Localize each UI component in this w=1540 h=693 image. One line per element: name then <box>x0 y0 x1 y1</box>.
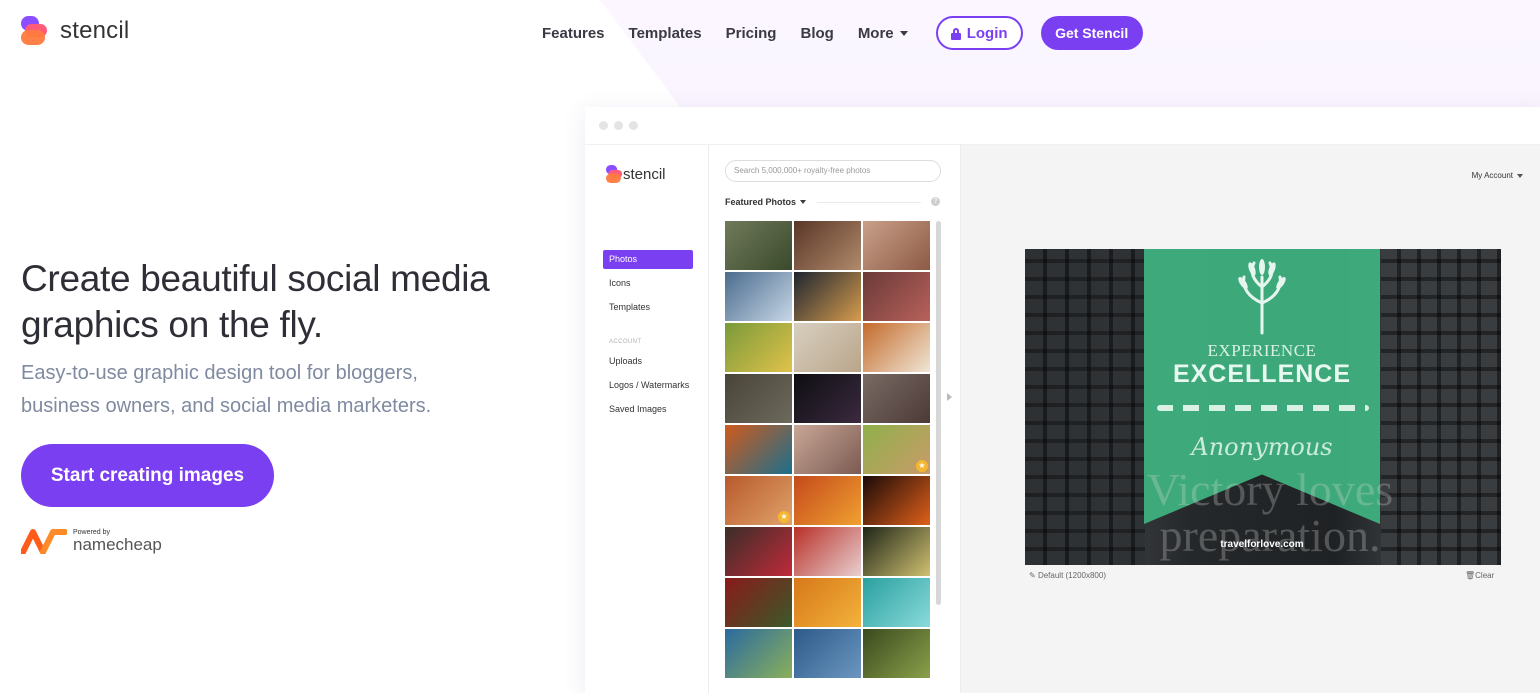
clear-label: Clear <box>1475 571 1495 580</box>
photo-thumbnail[interactable] <box>725 425 792 474</box>
photo-thumbnail[interactable] <box>725 629 792 678</box>
photo-thumbnail[interactable] <box>725 323 792 372</box>
help-icon[interactable]: ? <box>931 197 940 206</box>
divider <box>817 202 921 203</box>
chevron-down-icon <box>800 200 807 204</box>
photo-grid: ★ ★ <box>725 221 932 678</box>
photo-thumbnail[interactable] <box>863 578 930 627</box>
app-preview: stencil Photos Icons Templates ACCOUNT U… <box>585 107 1540 693</box>
photo-thumbnail[interactable] <box>794 629 861 678</box>
photo-thumbnail[interactable] <box>794 425 861 474</box>
namecheap-logo-icon <box>21 529 67 554</box>
photo-thumbnail[interactable] <box>863 221 930 270</box>
canvas-size-text: Default (1200x800) <box>1037 571 1106 580</box>
featured-photos-dropdown[interactable]: Featured Photos <box>725 197 807 207</box>
canvas-text-anonymous: Anonymous <box>1191 433 1333 461</box>
sidebar-item-photos[interactable]: Photos <box>603 250 693 269</box>
canvas-text-website: travelforlove.com <box>1220 539 1304 550</box>
login-label: Login <box>966 24 1008 42</box>
photo-thumbnail[interactable] <box>725 221 792 270</box>
my-account-menu[interactable]: My Account <box>1472 171 1523 180</box>
account-section-label: ACCOUNT <box>609 339 642 345</box>
chevron-down-icon <box>1517 173 1523 178</box>
window-dot-icon <box>614 121 623 130</box>
sidebar-item-saved-images[interactable]: Saved Images <box>603 400 693 419</box>
featured-photos-label: Featured Photos <box>725 197 797 207</box>
window-dot-icon <box>629 121 638 130</box>
my-account-label: My Account <box>1471 171 1513 180</box>
photo-thumbnail[interactable] <box>794 272 861 321</box>
clear-button[interactable]: 🗑Clear <box>1465 571 1494 580</box>
hero-subtitle: Easy-to-use graphic design tool for blog… <box>21 362 432 417</box>
photo-thumbnail[interactable] <box>794 578 861 627</box>
powered-by-namecheap[interactable]: Powered by namecheap <box>21 528 162 554</box>
hero-title: Create beautiful social media graphics o… <box>21 258 490 345</box>
lock-icon <box>950 27 961 40</box>
wheat-icon <box>1238 259 1286 335</box>
app-sidebar: stencil Photos Icons Templates ACCOUNT U… <box>585 145 709 693</box>
photo-thumbnail[interactable] <box>794 527 861 576</box>
photo-thumbnail[interactable] <box>863 272 930 321</box>
photo-thumbnail[interactable] <box>863 374 930 423</box>
photo-thumbnail[interactable] <box>725 578 792 627</box>
app-logo: stencil <box>606 165 666 183</box>
photo-panel: Search 5,000,000+ royalty-free photos Fe… <box>709 145 961 693</box>
photo-search-input[interactable]: Search 5,000,000+ royalty-free photos <box>725 160 941 182</box>
get-stencil-button[interactable]: Get Stencil <box>1040 16 1143 50</box>
window-dot-icon <box>599 121 608 130</box>
photo-thumbnail[interactable]: ★ <box>863 425 930 474</box>
photo-thumbnail[interactable] <box>863 527 930 576</box>
nav-more[interactable]: More <box>858 25 908 42</box>
photo-thumbnail[interactable] <box>863 629 930 678</box>
stencil-logo-icon <box>606 165 623 183</box>
sidebar-item-logos-watermarks[interactable]: Logos / Watermarks <box>603 376 693 395</box>
nav-templates[interactable]: Templates <box>629 25 702 42</box>
premium-star-icon: ★ <box>916 460 928 472</box>
photo-thumbnail[interactable] <box>794 221 861 270</box>
start-creating-button[interactable]: Start creating images <box>21 444 274 507</box>
canvas-text-experience: EXPERIENCE <box>1207 341 1317 360</box>
premium-star-icon: ★ <box>778 511 790 523</box>
sidebar-item-icons[interactable]: Icons <box>603 274 693 293</box>
canvas-text-excellence: EXCELLENCE <box>1172 360 1352 388</box>
photo-thumbnail[interactable] <box>863 476 930 525</box>
photo-thumbnail[interactable] <box>794 374 861 423</box>
canvas-dashed-divider <box>1157 405 1369 411</box>
nav-more-label: More <box>857 24 894 42</box>
photo-thumbnail[interactable]: ★ <box>725 476 792 525</box>
canvas-size-label[interactable]: ✎ Default (1200x800) <box>1029 571 1106 580</box>
design-canvas-area: My Account EXPERIENCE EXCELLENCE Anonymo… <box>961 145 1540 693</box>
login-button[interactable]: Login <box>935 16 1023 50</box>
partner-name: namecheap <box>73 535 162 554</box>
nav-features[interactable]: Features <box>542 25 605 42</box>
photo-thumbnail[interactable] <box>725 527 792 576</box>
sidebar-item-uploads[interactable]: Uploads <box>603 352 693 371</box>
app-logo-text: stencil <box>623 165 666 183</box>
photo-thumbnail[interactable] <box>794 476 861 525</box>
sidebar-item-templates[interactable]: Templates <box>603 298 693 317</box>
brand-name: stencil <box>60 16 130 44</box>
photo-thumbnail[interactable] <box>863 323 930 372</box>
nav-blog[interactable]: Blog <box>800 25 833 42</box>
photo-thumbnail[interactable] <box>794 323 861 372</box>
chevron-down-icon <box>899 30 908 36</box>
photo-thumbnail[interactable] <box>725 374 792 423</box>
photo-thumbnail[interactable] <box>725 272 792 321</box>
stencil-logo-icon <box>21 16 50 45</box>
collapse-panel-icon[interactable] <box>947 393 952 401</box>
window-titlebar <box>585 107 1540 145</box>
design-canvas[interactable]: EXPERIENCE EXCELLENCE Anonymous Victory … <box>1025 249 1501 565</box>
brand-logo[interactable]: stencil <box>21 16 129 45</box>
top-nav: Features Templates Pricing Blog More Log… <box>530 16 1143 50</box>
nav-pricing[interactable]: Pricing <box>726 25 777 42</box>
photo-scrollbar[interactable] <box>936 221 941 605</box>
